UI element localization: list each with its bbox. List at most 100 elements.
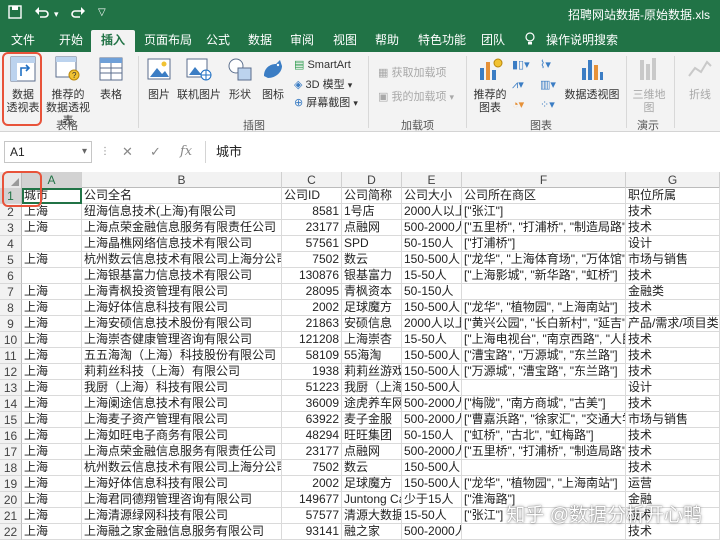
pie-chart-icon[interactable]: ◔▾ <box>512 98 524 112</box>
cell[interactable]: SPD <box>342 236 402 252</box>
cell[interactable]: 技术 <box>626 220 720 236</box>
cell[interactable]: 上海银基富力信息技术有限公司 <box>82 268 282 284</box>
cell[interactable]: 公司全名 <box>82 188 282 204</box>
smartart-button[interactable]: ▤ SmartArt <box>294 58 351 72</box>
column-header-e[interactable]: E <box>402 172 462 188</box>
cell[interactable]: 技术 <box>626 268 720 284</box>
cell[interactable] <box>462 380 626 396</box>
statistic-chart-icon[interactable]: ▥▾ <box>540 78 556 92</box>
cell[interactable]: 数云 <box>342 460 402 476</box>
row-header[interactable]: 10 <box>0 332 22 348</box>
customize-toolbar-icon[interactable]: ▽ <box>98 7 106 18</box>
cell[interactable]: 1938 <box>282 364 342 380</box>
cell[interactable]: 150-500人 <box>402 300 462 316</box>
cell[interactable]: 上海 <box>22 332 82 348</box>
tab-team[interactable]: 团队 <box>481 32 505 52</box>
line-chart-icon[interactable]: ⩘▾ <box>512 78 524 92</box>
cell[interactable]: 设计 <box>626 380 720 396</box>
cell[interactable]: ["上海影城", "新华路", "虹桥"] <box>462 268 626 284</box>
cell[interactable]: 上海融之家金融信息服务有限公司 <box>82 524 282 540</box>
cell[interactable]: 上海 <box>22 412 82 428</box>
cell[interactable]: 运营 <box>626 476 720 492</box>
cell[interactable]: 融之家 <box>342 524 402 540</box>
cell[interactable]: 121208 <box>282 332 342 348</box>
tab-page-layout[interactable]: 页面布局 <box>144 32 192 52</box>
cell[interactable]: 1号店 <box>342 204 402 220</box>
cell[interactable]: ["漕宝路", "万源城", "东兰路"] <box>462 348 626 364</box>
cell[interactable]: 上海 <box>22 316 82 332</box>
cell[interactable]: 技术 <box>626 204 720 220</box>
cell[interactable]: 58109 <box>282 348 342 364</box>
cell[interactable]: 青枫资本 <box>342 284 402 300</box>
cell[interactable]: ["龙华", "上海体育场", "万体馆"] <box>462 252 626 268</box>
cell[interactable]: 150-500人 <box>402 364 462 380</box>
shapes-button[interactable]: 形状 <box>224 56 256 102</box>
row-header[interactable]: 14 <box>0 396 22 412</box>
cell[interactable]: 足球魔方 <box>342 300 402 316</box>
cell[interactable]: 公司ID <box>282 188 342 204</box>
row-header[interactable]: 16 <box>0 428 22 444</box>
cell[interactable]: 55海淘 <box>342 348 402 364</box>
tab-review[interactable]: 审阅 <box>290 32 314 52</box>
name-box[interactable]: A1 ▾ <box>4 141 92 163</box>
cell[interactable]: 上海君同德翔管理咨询有限公司 <box>82 492 282 508</box>
confirm-icon[interactable]: ✓ <box>150 144 161 160</box>
cell[interactable]: 上海好体信息科技有限公司 <box>82 300 282 316</box>
cell[interactable]: ["虹桥", "古北", "虹梅路"] <box>462 428 626 444</box>
cell[interactable]: 莉莉丝游戏 <box>342 364 402 380</box>
cell[interactable]: 150-500人 <box>402 380 462 396</box>
cell[interactable]: 数云 <box>342 252 402 268</box>
pictures-button[interactable]: 图片 <box>144 56 174 102</box>
cell[interactable]: ["打浦桥"] <box>462 236 626 252</box>
cell[interactable]: 点融网 <box>342 220 402 236</box>
cell[interactable]: 上海 <box>22 460 82 476</box>
cell[interactable]: 五五海淘（上海）科技股份有限公司 <box>82 348 282 364</box>
cell[interactable]: 上海点荣金融信息服务有限责任公司 <box>82 220 282 236</box>
cell[interactable]: 63922 <box>282 412 342 428</box>
cell[interactable]: 上海麦子资产管理有限公司 <box>82 412 282 428</box>
cell[interactable] <box>462 284 626 300</box>
cell[interactable]: 48294 <box>282 428 342 444</box>
scatter-chart-icon[interactable]: ⁘▾ <box>540 98 555 112</box>
cell[interactable]: 上海 <box>22 492 82 508</box>
row-header[interactable]: 22 <box>0 524 22 540</box>
undo-dropdown-icon[interactable]: ▾ <box>54 9 59 20</box>
cell[interactable]: 500-2000人 <box>402 396 462 412</box>
get-addins-button[interactable]: ▦ 获取加载项 <box>378 66 446 80</box>
cell[interactable]: 产品/需求/项目类 <box>626 316 720 332</box>
row-header[interactable]: 9 <box>0 316 22 332</box>
screenshot-button[interactable]: ⊕ 屏幕截图 ▾ <box>294 96 358 110</box>
cell[interactable]: 设计 <box>626 236 720 252</box>
cell[interactable] <box>22 268 82 284</box>
cell[interactable]: 技术 <box>626 332 720 348</box>
cell[interactable]: 旺旺集团 <box>342 428 402 444</box>
cell[interactable]: 技术 <box>626 460 720 476</box>
cell[interactable]: 上海 <box>22 348 82 364</box>
cell[interactable]: 上海 <box>22 428 82 444</box>
cell[interactable]: ["黄兴公园", "长白新村", "延吉"] <box>462 316 626 332</box>
cell[interactable]: 2000人以上 <box>402 204 462 220</box>
cell[interactable]: 15-50人 <box>402 332 462 348</box>
cell[interactable]: 23177 <box>282 444 342 460</box>
cancel-icon[interactable]: ✕ <box>122 144 133 160</box>
cell[interactable]: 上海点荣金融信息服务有限责任公司 <box>82 444 282 460</box>
icons-button[interactable]: 图标 <box>258 56 288 102</box>
cell[interactable]: 51223 <box>282 380 342 396</box>
cell[interactable]: 上海 <box>22 444 82 460</box>
row-header[interactable]: 3 <box>0 220 22 236</box>
cell[interactable]: 上海清源绿网科技有限公司 <box>82 508 282 524</box>
cell[interactable]: 上海青枫投资管理有限公司 <box>82 284 282 300</box>
cell[interactable]: 职位所属 <box>626 188 720 204</box>
tab-file[interactable]: 文件 <box>11 32 35 52</box>
cell[interactable]: 50-150人 <box>402 236 462 252</box>
row-header[interactable]: 6 <box>0 268 22 284</box>
cell[interactable]: 上海 <box>22 220 82 236</box>
cell[interactable]: 上海阑途信息技术有限公司 <box>82 396 282 412</box>
cell[interactable]: ["龙华", "植物园", "上海南站"] <box>462 476 626 492</box>
cell[interactable]: 技术 <box>626 348 720 364</box>
cell[interactable]: 技术 <box>626 364 720 380</box>
cell[interactable]: 公司大小 <box>402 188 462 204</box>
cell[interactable]: 上海 <box>22 476 82 492</box>
cell[interactable]: ["上海电视台", "南京西路", "人民广场"] <box>462 332 626 348</box>
tab-help[interactable]: 帮助 <box>375 32 399 52</box>
